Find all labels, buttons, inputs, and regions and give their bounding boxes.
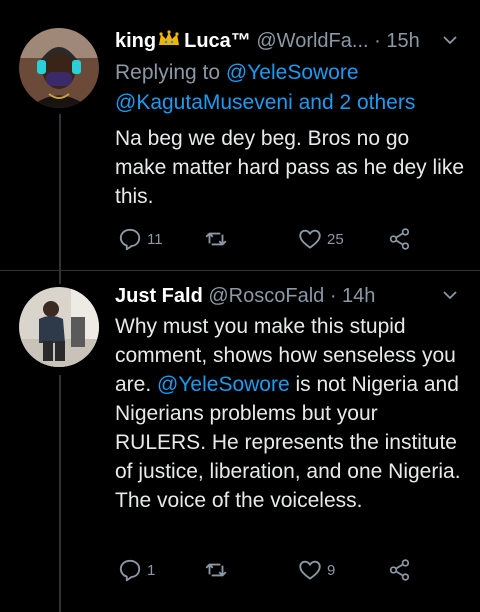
reply-icon: [119, 228, 141, 251]
replying-prefix: Replying to: [115, 61, 226, 84]
tweet-2[interactable]: Just Fald @RoscoFald · 14h Why must you …: [0, 271, 480, 612]
tweet-actions: 1 9: [115, 557, 415, 585]
replying-to: Replying to @YeleSowore @KagutaMuseveni …: [115, 58, 415, 118]
tweet-1[interactable]: king Luca™ @WorldFa... · 15h Replying to …: [0, 0, 480, 284]
like-count: 9: [327, 561, 336, 579]
display-name[interactable]: Just Fald: [115, 285, 203, 307]
user-handle[interactable]: @WorldFa...: [256, 30, 368, 52]
display-name[interactable]: king: [115, 30, 156, 52]
tweet-header: Just Fald @RoscoFald · 14h: [115, 283, 375, 309]
like-icon: [299, 560, 321, 580]
reply-button[interactable]: 11: [117, 226, 163, 252]
retweet-icon: [205, 232, 227, 246]
tweet-text: Why must you make this stupid comment, s…: [115, 312, 465, 515]
reply-count: 11: [147, 230, 163, 248]
tweet-actions: 11 25: [115, 226, 415, 254]
timestamp[interactable]: · 15h: [374, 30, 420, 52]
chevron-down-icon[interactable]: [442, 32, 458, 48]
mention-link[interactable]: @YeleSowore: [157, 373, 290, 396]
like-button[interactable]: 25: [297, 226, 344, 252]
like-count: 25: [327, 230, 344, 248]
avatar-image: [19, 287, 99, 367]
reply-button[interactable]: 1: [117, 557, 155, 583]
reply-icon: [119, 559, 141, 582]
chevron-down-icon[interactable]: [442, 287, 458, 303]
retweet-button[interactable]: [203, 557, 233, 583]
reply-count: 1: [147, 561, 156, 579]
tweet-text: Na beg we dey beg. Bros no go make matte…: [115, 127, 465, 208]
thread-line: [59, 375, 61, 612]
timestamp[interactable]: · 14h: [330, 285, 376, 307]
share-button[interactable]: [387, 226, 413, 252]
mention-link[interactable]: @YeleSowore: [226, 61, 359, 84]
share-button[interactable]: [387, 557, 413, 583]
tweet-header: king Luca™ @WorldFa... · 15h: [115, 28, 420, 54]
like-button[interactable]: 9: [297, 557, 335, 583]
avatar-image: [19, 28, 99, 108]
share-icon: [389, 228, 410, 250]
thread-line: [59, 114, 61, 284]
user-handle[interactable]: @RoscoFald: [208, 285, 324, 307]
avatar-king-luca[interactable]: [19, 28, 99, 108]
retweet-icon: [205, 563, 227, 577]
share-icon: [389, 559, 410, 581]
like-icon: [299, 229, 321, 249]
crown-icon: [159, 30, 180, 45]
avatar-just-fald[interactable]: [19, 287, 99, 367]
retweet-button[interactable]: [203, 226, 233, 252]
display-name-suffix[interactable]: Luca™: [184, 30, 251, 52]
mention-link-others[interactable]: @KagutaMuseveni and 2 others: [115, 91, 415, 114]
